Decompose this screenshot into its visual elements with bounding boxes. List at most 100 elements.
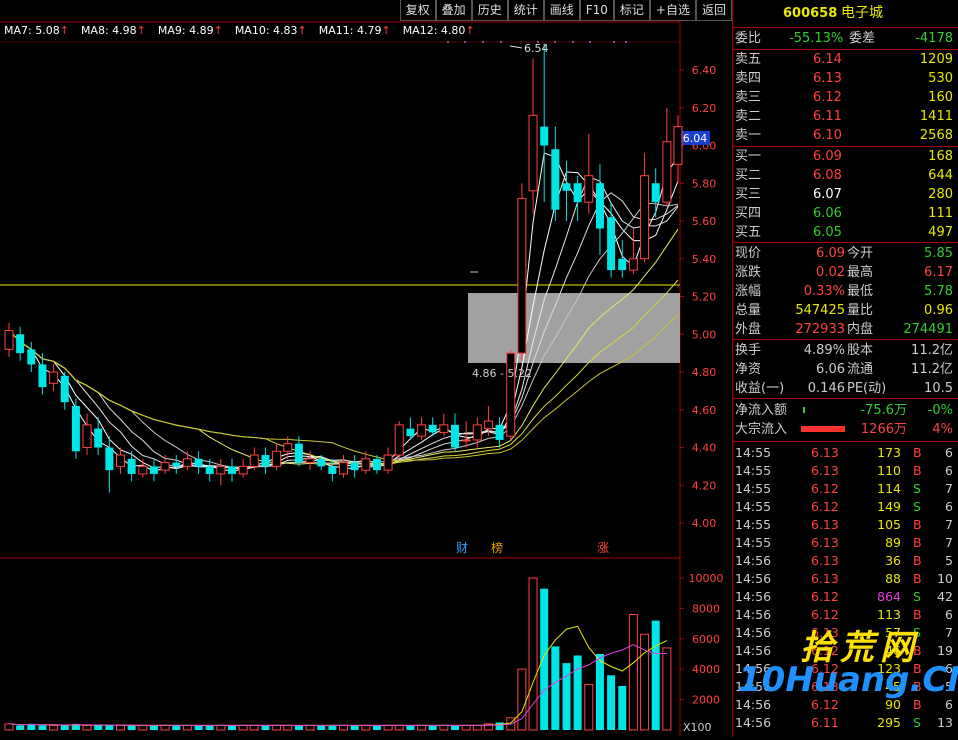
volume-bar (49, 724, 59, 731)
trade-tick-row[interactable]: 14:56 6.13 36 B 5 (733, 552, 958, 570)
toolbar-zixuan-button[interactable]: +自选 (649, 0, 696, 21)
event-marker: 榜 (491, 540, 503, 555)
buy-level-label: 买四 (735, 206, 762, 221)
marker-dot (464, 41, 466, 43)
trade-tick-row[interactable]: 14:55 6.13 173 B 6 (733, 444, 958, 462)
sell-level-row: 卖四 6.13 530 (733, 69, 958, 88)
kline-svg[interactable]: 6.406.206.005.805.605.405.205.004.804.60… (0, 0, 732, 737)
stat-label: 换手 (735, 343, 762, 358)
volume-bar (94, 725, 103, 730)
volume-bar (361, 724, 371, 731)
volume-bar (607, 675, 616, 730)
trade-tick-row[interactable]: 14:55 6.13 105 B 7 (733, 516, 958, 534)
trade-tick-row[interactable]: 14:55 6.13 89 B 7 (733, 534, 958, 552)
kline-chart-area[interactable]: 6.40 6.20 6.00 5.80 5.60 5.40 5.20 5.00 4.80 4.60… (0, 0, 732, 737)
stat-label: 股本 (847, 343, 874, 358)
tick-time: 14:55 (735, 463, 772, 478)
flow-label: 净流入额 (735, 403, 788, 418)
candle-body (228, 466, 236, 474)
toolbar-tongji-button[interactable]: 统计 (507, 0, 544, 21)
stat-value: 5.78 (924, 284, 953, 299)
tick-time: 14:56 (735, 589, 772, 604)
toolbar-f10-button[interactable]: F10 (579, 0, 614, 21)
sell-volume: 1411 (919, 109, 953, 124)
marker-dot (554, 41, 556, 43)
tick-time: 14:56 (735, 607, 772, 622)
buy-price: 6.05 (813, 225, 842, 240)
volume-bar (105, 725, 114, 730)
tick-count: 13 (937, 715, 953, 730)
buy-level-row: 买三 6.07 280 (733, 185, 958, 204)
toolbar-lishi-button[interactable]: 历史 (471, 0, 508, 21)
flow-bar-icon (803, 407, 805, 413)
trade-tick-row[interactable]: 14:55 6.13 110 B 6 (733, 462, 958, 480)
stat-label: 量比 (847, 303, 874, 318)
volume-tick-label: 6000 (692, 633, 720, 646)
candle-body (116, 454, 125, 467)
marker-dot (572, 41, 574, 43)
trade-tick-row[interactable]: 14:56 6.11 295 S 13 (733, 714, 958, 732)
volume-bar (428, 725, 437, 730)
stat-label: 现价 (735, 246, 762, 261)
sell-level-row: 卖一 6.10 2568 (733, 126, 958, 145)
volume-bar (205, 725, 214, 730)
quote-stat-row: 涨跌 0.02 最高 6.17 (733, 263, 958, 282)
trade-tick-row[interactable]: 14:55 6.12 114 S 7 (733, 480, 958, 498)
candle-body (238, 465, 248, 475)
ma-legend-item: MA12: 4.80↑ (402, 24, 475, 37)
stat-value: 4.89% (803, 343, 845, 358)
sell-price: 6.13 (813, 71, 842, 86)
tick-side: B (913, 517, 922, 532)
tick-side: B (913, 535, 922, 550)
marker-dot (482, 41, 484, 43)
tick-time: 14:55 (735, 481, 772, 496)
buy-volume: 644 (928, 168, 953, 183)
stat-value: 0.33% (803, 284, 845, 299)
volume-tick-label: 2000 (692, 694, 720, 707)
sell-price: 6.14 (813, 52, 842, 67)
volume-bar (372, 725, 381, 730)
price-tick-label: 6.40 (692, 64, 717, 77)
stat-value: 0.96 (924, 303, 953, 318)
volume-unit-label: X100 (683, 721, 712, 734)
stat-label: 涨跌 (735, 265, 762, 280)
volume-bar (305, 724, 315, 731)
marker-dot (447, 41, 449, 43)
volume-bar (451, 725, 459, 730)
trade-tick-row[interactable]: 14:55 6.12 149 S 6 (733, 498, 958, 516)
trade-tick-row[interactable]: 14:56 6.13 88 B 10 (733, 570, 958, 588)
volume-bar (595, 654, 604, 730)
candle-body (472, 424, 482, 441)
weibi-row: 委比 -55.13% 委差 -4178 (733, 29, 958, 48)
volume-tick-label: 10000 (689, 572, 724, 585)
toolbar-fanhui-button[interactable]: 返回 (695, 0, 732, 21)
toolbar-biaoji-button[interactable]: 标记 (613, 0, 650, 21)
tick-side: B (913, 463, 922, 478)
current-price-label: 6.04 (683, 132, 708, 145)
toolbar-diejia-button[interactable]: 叠加 (435, 0, 472, 21)
trade-tick-row[interactable]: 14:56 6.12 864 S 42 (733, 588, 958, 606)
volume-bar (439, 724, 449, 731)
divider (733, 398, 958, 399)
volume-bar (406, 725, 415, 730)
candle-body (461, 439, 471, 442)
quote-stat-row: 现价 6.09 今开 5.85 (733, 244, 958, 263)
tick-price: 6.11 (811, 715, 839, 730)
volume-bar (472, 724, 482, 731)
toolbar-fuquan-button[interactable]: 复权 (399, 0, 436, 21)
volume-bar (60, 725, 69, 730)
volume-bar (417, 724, 427, 731)
volume-bar (317, 725, 326, 730)
candle-body (517, 197, 527, 354)
ma-legend-item: MA7: 5.08↑ (4, 24, 69, 37)
ma-legend-item: MA9: 4.89↑ (157, 24, 223, 37)
stat-value: 547425 (795, 303, 845, 318)
sell-level-row: 卖三 6.12 160 (733, 88, 958, 107)
volume-bar (249, 724, 259, 731)
buy-level-label: 买二 (735, 168, 762, 183)
toolbar-huaxian-button[interactable]: 画线 (543, 0, 580, 21)
volume-tick-label: 8000 (692, 602, 720, 615)
quote-stat-row: 外盘 272933 内盘 274491 (733, 320, 958, 339)
sell-level-label: 卖四 (735, 71, 762, 86)
sell-level-label: 卖二 (735, 109, 762, 124)
